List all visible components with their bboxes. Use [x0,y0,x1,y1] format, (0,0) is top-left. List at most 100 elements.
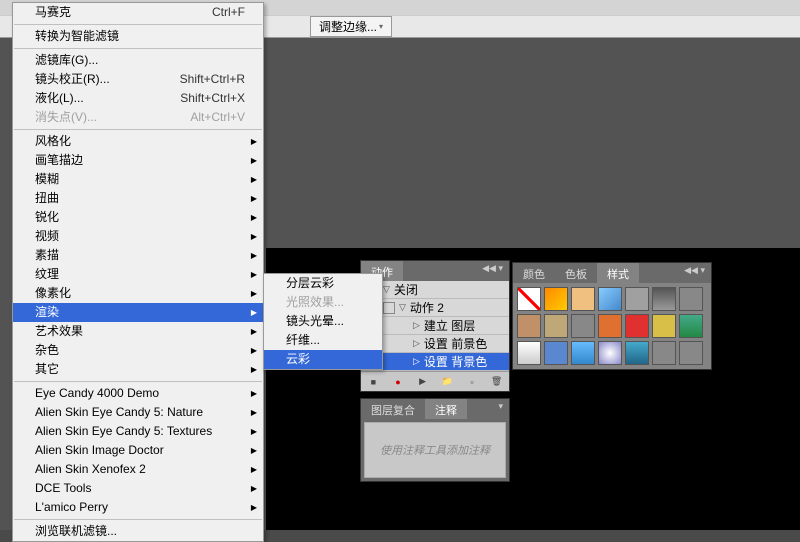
record-button[interactable]: ● [391,375,405,389]
style-swatch[interactable] [652,314,676,338]
menu-label: 杂色 [35,343,59,358]
tab-swatches[interactable]: 色板 [555,263,597,283]
style-swatch[interactable] [598,287,622,311]
style-swatch[interactable] [625,341,649,365]
menu-label: 浏览联机滤镜... [35,524,117,539]
tab-color[interactable]: 颜色 [513,263,555,283]
action-row-create-layer[interactable]: ✓ ▷ 建立 图层 [361,317,509,335]
menu-item-lens-correction[interactable]: 镜头校正(R)... Shift+Ctrl+R [13,70,263,89]
style-swatch[interactable] [679,341,703,365]
menu-separator [14,381,262,382]
menu-item-browse-online[interactable]: 浏览联机滤镜... [13,522,263,541]
menu-label: 扭曲 [35,191,59,206]
style-swatch[interactable] [625,287,649,311]
panel-collapse-icon[interactable]: ◀◀ ▾ [678,263,711,283]
style-swatch[interactable] [625,314,649,338]
play-button[interactable]: ▶ [416,375,430,389]
tab-notes[interactable]: 注释 [425,399,467,419]
menu-item-eye-candy-demo[interactable]: Eye Candy 4000 Demo [13,384,263,403]
style-swatch[interactable] [517,341,541,365]
shortcut-label: Shift+Ctrl+X [180,91,245,106]
filter-menu: 马赛克 Ctrl+F 转换为智能滤镜 滤镜库(G)... 镜头校正(R)... … [12,2,264,542]
menu-item-noise[interactable]: 杂色 [13,341,263,360]
style-swatch[interactable] [544,287,568,311]
action-row-set-background[interactable]: ✓ ▷ 设置 背景色 [361,353,509,371]
disclosure-icon[interactable]: ▽ [383,284,390,295]
menu-label: Eye Candy 4000 Demo [35,386,159,401]
style-swatch[interactable] [679,314,703,338]
menu-item-artistic[interactable]: 艺术效果 [13,322,263,341]
notes-placeholder: 使用注释工具添加注释 [364,422,506,478]
action-row-action2[interactable]: ✓ ▽ 动作 2 [361,299,509,317]
menu-label: 镜头光晕... [286,314,344,329]
style-swatch[interactable] [544,314,568,338]
action-label: 设置 背景色 [424,353,487,370]
menu-item-sketch[interactable]: 素描 [13,246,263,265]
style-swatch[interactable] [544,341,568,365]
submenu-item-clouds[interactable]: 云彩 [264,350,382,369]
submenu-item-lens-flare[interactable]: 镜头光晕... [264,312,382,331]
tab-layer-comp[interactable]: 图层复合 [361,399,425,419]
menu-item-stylize[interactable]: 风格化 [13,132,263,151]
menu-item-video[interactable]: 视频 [13,227,263,246]
menu-item-other[interactable]: 其它 [13,360,263,379]
disclosure-icon[interactable]: ▽ [399,302,406,313]
menu-item-dce-tools[interactable]: DCE Tools [13,479,263,498]
style-swatch[interactable] [679,287,703,311]
action-row-set-foreground[interactable]: ✓ ▷ 设置 前景色 [361,335,509,353]
menu-item-blur[interactable]: 模糊 [13,170,263,189]
submenu-item-fibers[interactable]: 纤维... [264,331,382,350]
menu-separator [14,48,262,49]
menu-item-brush-strokes[interactable]: 画笔描边 [13,151,263,170]
style-swatch[interactable] [598,341,622,365]
style-swatch[interactable] [652,287,676,311]
menu-item-lamico[interactable]: L'amico Perry [13,498,263,517]
disclosure-icon[interactable]: ▷ [413,356,420,367]
action-label: 设置 前景色 [424,335,487,352]
submenu-item-lighting: 光照效果... [264,293,382,312]
adjust-edges-label: 调整边缘... [319,18,377,35]
menu-item-mosaic[interactable]: 马赛克 Ctrl+F [13,3,263,22]
menu-label: 纤维... [286,333,320,348]
new-action-button[interactable]: ▫ [465,375,479,389]
menu-item-filter-gallery[interactable]: 滤镜库(G)... [13,51,263,70]
submenu-item-diff-clouds[interactable]: 分层云彩 [264,274,382,293]
menu-separator [14,519,262,520]
menu-item-render[interactable]: 渲染 [13,303,263,322]
menu-item-liquify[interactable]: 液化(L)... Shift+Ctrl+X [13,89,263,108]
disclosure-icon[interactable]: ▷ [413,338,420,349]
trash-button[interactable]: 🗑 [490,375,504,389]
menu-item-alien-xenofex[interactable]: Alien Skin Xenofex 2 [13,460,263,479]
menu-item-pixelate[interactable]: 像素化 [13,284,263,303]
stop-button[interactable]: ■ [366,375,380,389]
new-set-button[interactable]: 📁 [440,375,454,389]
menu-item-alien-nature[interactable]: Alien Skin Eye Candy 5: Nature [13,403,263,422]
menu-item-texture[interactable]: 纹理 [13,265,263,284]
style-swatch[interactable] [571,314,595,338]
panel-collapse-icon[interactable]: ◀◀ ▾ [476,261,509,281]
menu-item-alien-doctor[interactable]: Alien Skin Image Doctor [13,441,263,460]
menu-separator [14,24,262,25]
disclosure-icon[interactable]: ▷ [413,320,420,331]
menu-label: 视频 [35,229,59,244]
dialog-toggle-icon[interactable] [383,302,395,314]
action-row-close[interactable]: ✓ ▽ 关闭 [361,281,509,299]
style-swatch[interactable] [652,341,676,365]
style-swatch[interactable] [517,314,541,338]
action-label: 建立 图层 [424,317,475,334]
panel-menu-icon[interactable]: ▾ [492,399,509,419]
menu-item-distort[interactable]: 扭曲 [13,189,263,208]
adjust-edges-button[interactable]: 调整边缘... [310,16,392,37]
style-swatch[interactable] [571,341,595,365]
menu-item-alien-textures[interactable]: Alien Skin Eye Candy 5: Textures [13,422,263,441]
render-submenu: 分层云彩 光照效果... 镜头光晕... 纤维... 云彩 [263,273,383,370]
shortcut-label: Ctrl+F [212,5,245,20]
menu-item-convert-smart[interactable]: 转换为智能滤镜 [13,27,263,46]
style-swatch[interactable] [571,287,595,311]
style-swatch[interactable] [517,287,541,311]
style-swatch[interactable] [598,314,622,338]
menu-item-vanishing-point: 消失点(V)... Alt+Ctrl+V [13,108,263,127]
menu-item-sharpen[interactable]: 锐化 [13,208,263,227]
tab-styles[interactable]: 样式 [597,263,639,283]
menu-label: 滤镜库(G)... [35,53,98,68]
